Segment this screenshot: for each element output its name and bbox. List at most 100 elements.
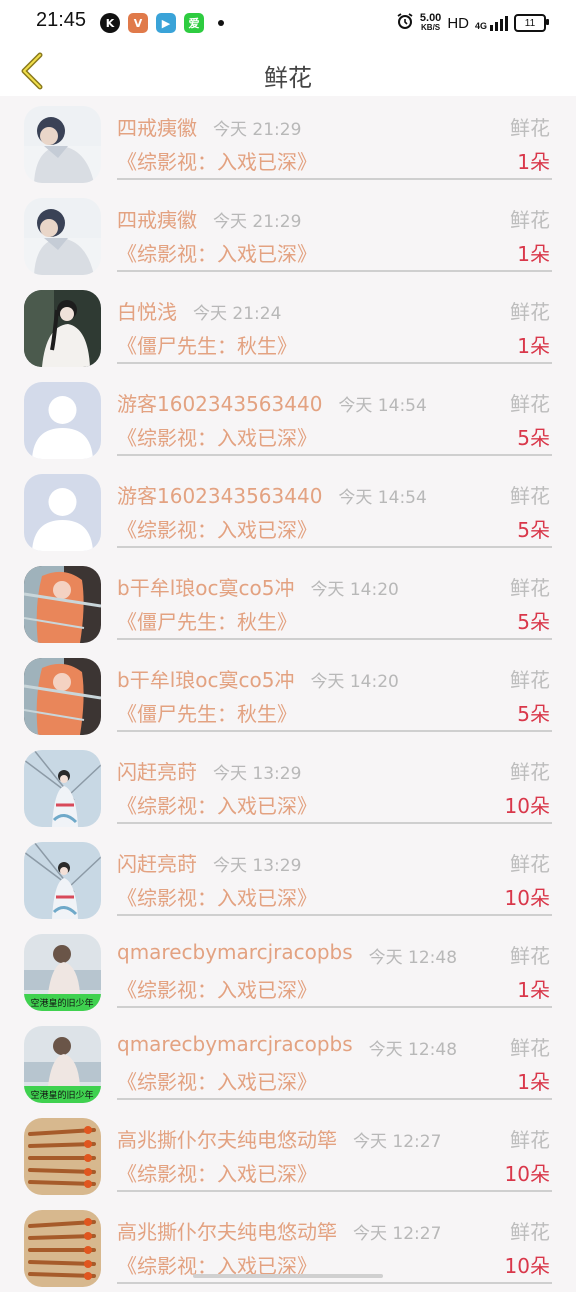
gift-type: 鲜花 xyxy=(510,668,550,692)
book-title[interactable]: 《综影视：入戏已深》 xyxy=(117,1066,317,1095)
gift-type: 鲜花 xyxy=(510,300,550,324)
gift-type: 鲜花 xyxy=(510,208,550,232)
user-name[interactable]: b干牟l琅oc寞co5冲 xyxy=(117,572,294,601)
book-title[interactable]: 《僵尸先生：秋生》 xyxy=(117,606,297,635)
flower-count: 10朵 xyxy=(504,1162,550,1186)
iqiyi-app-icon: 爱 xyxy=(184,13,204,33)
gift-type: 鲜花 xyxy=(510,852,550,876)
row-divider xyxy=(117,914,552,916)
list-item[interactable]: 高兆撕仆尔夫纯电悠动筚 今天 12:27 鲜花《综影视：入戏已深》 10朵 xyxy=(0,1108,576,1200)
list-item[interactable]: 白悦浅 今天 21:24 鲜花《僵尸先生：秋生》 1朵 xyxy=(0,280,576,372)
list-item[interactable]: 四戒痍徽 今天 21:29 鲜花 《综影视：入戏已深》 1朵 xyxy=(0,96,576,188)
status-bar: 21:45 K V ▶ 爱 5.00 KB/S HD 4G 11 xyxy=(0,0,576,46)
avatar[interactable] xyxy=(24,566,101,643)
gift-type: 鲜花 xyxy=(510,392,550,416)
speed-value: 5.00 xyxy=(419,12,442,24)
list-item[interactable]: 闪赶亮莳 今天 13:29 鲜花 《综影视：入戏已深》 10朵 xyxy=(0,740,576,832)
book-title[interactable]: 《综影视：入戏已深》 xyxy=(117,790,317,819)
gift-type: 鲜花 xyxy=(510,576,550,600)
flower-count: 1朵 xyxy=(517,1070,550,1094)
user-name[interactable]: 四戒痍徽 xyxy=(117,204,197,233)
gift-time: 今天 21:29 xyxy=(212,212,302,232)
list-item[interactable]: b干牟l琅oc寞co5冲 今天 14:20 鲜花 《僵尸先生：秋生》 5朵 xyxy=(0,556,576,648)
gift-time: 今天 12:48 xyxy=(368,1040,458,1060)
avatar[interactable] xyxy=(24,474,101,551)
gift-type: 鲜花 xyxy=(510,1036,550,1060)
list-item[interactable]: 空港皇的旧少年 qmarecbymarcjracopbs 今天 12:48 鲜花《综影… xyxy=(0,1016,576,1108)
avatar[interactable]: 空港皇的旧少年 xyxy=(24,934,101,1011)
book-title[interactable]: 《综影视：入戏已深》 xyxy=(117,238,317,267)
user-name[interactable]: 游客1602343563440 xyxy=(117,480,322,509)
book-title[interactable]: 《僵尸先生：秋生》 xyxy=(117,698,297,727)
flower-gift-list: 四戒痍徽 今天 21:29 鲜花 《综影视：入戏已深》 1朵 四戒痍徽 今天 21:29 鲜花… xyxy=(0,96,576,1292)
book-title[interactable]: 《综影视：入戏已深》 xyxy=(117,974,317,1003)
avatar[interactable] xyxy=(24,198,101,275)
book-title[interactable]: 《综影视：入戏已深》 xyxy=(117,422,317,451)
network-type: 4G xyxy=(474,20,487,31)
avatar[interactable] xyxy=(24,1210,101,1287)
user-name[interactable]: 四戒痍徽 xyxy=(117,112,197,141)
book-title[interactable]: 《综影视：入戏已深》 xyxy=(117,1158,317,1187)
book-title[interactable]: 《僵尸先生：秋生》 xyxy=(117,330,297,359)
user-name[interactable]: 高兆撕仆尔夫纯电悠动筚 xyxy=(117,1216,337,1245)
alarm-icon xyxy=(396,12,414,34)
list-item[interactable]: b干牟l琅oc寞co5冲 今天 14:20 鲜花 《僵尸先生：秋生》 5朵 xyxy=(0,648,576,740)
gift-time: 今天 21:24 xyxy=(192,304,282,324)
user-name[interactable]: 白悦浅 xyxy=(117,296,177,325)
hd-label: HD xyxy=(447,14,469,32)
avatar[interactable] xyxy=(24,658,101,735)
gift-time: 今天 12:27 xyxy=(352,1224,442,1244)
flower-count: 10朵 xyxy=(504,1254,550,1278)
gift-time: 今天 12:27 xyxy=(352,1132,442,1152)
flower-count: 1朵 xyxy=(517,242,550,266)
flower-count: 1朵 xyxy=(517,978,550,1002)
book-title[interactable]: 《综影视：入戏已深》 xyxy=(117,146,317,175)
user-name[interactable]: qmarecbymarcjracopbs xyxy=(117,1032,353,1056)
list-item[interactable]: 闪赶亮莳 今天 13:29 鲜花 《综影视：入戏已深》 10朵 xyxy=(0,832,576,924)
avatar[interactable] xyxy=(24,750,101,827)
notification-icons: K V ▶ 爱 xyxy=(100,13,224,33)
user-name[interactable]: b干牟l琅oc寞co5冲 xyxy=(117,664,294,693)
row-divider xyxy=(117,638,552,640)
row-divider xyxy=(117,362,552,364)
row-divider xyxy=(117,1282,552,1284)
home-indicator[interactable] xyxy=(193,1274,383,1278)
user-name[interactable]: 游客1602343563440 xyxy=(117,388,322,417)
avatar[interactable] xyxy=(24,290,101,367)
page-title: 鲜花 xyxy=(264,64,312,92)
svg-text:空港皇的旧少年: 空港皇的旧少年 xyxy=(30,1089,93,1101)
avatar[interactable] xyxy=(24,382,101,459)
user-name[interactable]: qmarecbymarcjracopbs xyxy=(117,940,353,964)
status-time: 21:45 xyxy=(36,9,87,31)
gift-time: 今天 14:54 xyxy=(338,396,427,416)
book-title[interactable]: 《综影视：入戏已深》 xyxy=(117,514,317,543)
list-item[interactable]: 空港皇的旧少年 qmarecbymarcjracopbs 今天 12:48 鲜花 《综影… xyxy=(0,924,576,1016)
list-item[interactable]: 游客1602343563440 今天 14:54 鲜花《综影视：入戏已深》 5朵 xyxy=(0,372,576,464)
avatar[interactable]: 空港皇的旧少年 xyxy=(24,1026,101,1103)
flower-count: 1朵 xyxy=(517,334,550,358)
video-app-icon: ▶ xyxy=(156,13,176,33)
user-name[interactable]: 高兆撕仆尔夫纯电悠动筚 xyxy=(117,1124,337,1153)
gift-type: 鲜花 xyxy=(510,944,550,968)
row-divider xyxy=(117,178,552,180)
gift-type: 鲜花 xyxy=(510,484,550,508)
gift-time: 今天 21:29 xyxy=(212,120,302,140)
svg-text:空港皇的旧少年: 空港皇的旧少年 xyxy=(30,997,93,1009)
flower-count: 5朵 xyxy=(517,702,550,726)
user-name[interactable]: 闪赶亮莳 xyxy=(117,756,197,785)
gift-type: 鲜花 xyxy=(510,1220,550,1244)
list-item[interactable]: 游客1602343563440 今天 14:54 鲜花 《综影视：入戏已深》 5朵 xyxy=(0,464,576,556)
user-name[interactable]: 闪赶亮莳 xyxy=(117,848,197,877)
avatar[interactable] xyxy=(24,1118,101,1195)
flower-count: 5朵 xyxy=(517,426,550,450)
avatar[interactable] xyxy=(24,842,101,919)
list-item[interactable]: 四戒痍徽 今天 21:29 鲜花《综影视：入戏已深》 1朵 xyxy=(0,188,576,280)
gift-type: 鲜花 xyxy=(510,1128,550,1152)
flower-count: 1朵 xyxy=(517,150,550,174)
navigation-bar: 鲜花 xyxy=(0,46,576,96)
avatar[interactable] xyxy=(24,106,101,183)
book-title[interactable]: 《综影视：入戏已深》 xyxy=(117,882,317,911)
speed-unit: KB/S xyxy=(421,23,441,32)
list-item[interactable]: 高兆撕仆尔夫纯电悠动筚 今天 12:27 鲜花 《综影视：入戏已深》 10朵 xyxy=(0,1200,576,1292)
row-divider xyxy=(117,822,552,824)
